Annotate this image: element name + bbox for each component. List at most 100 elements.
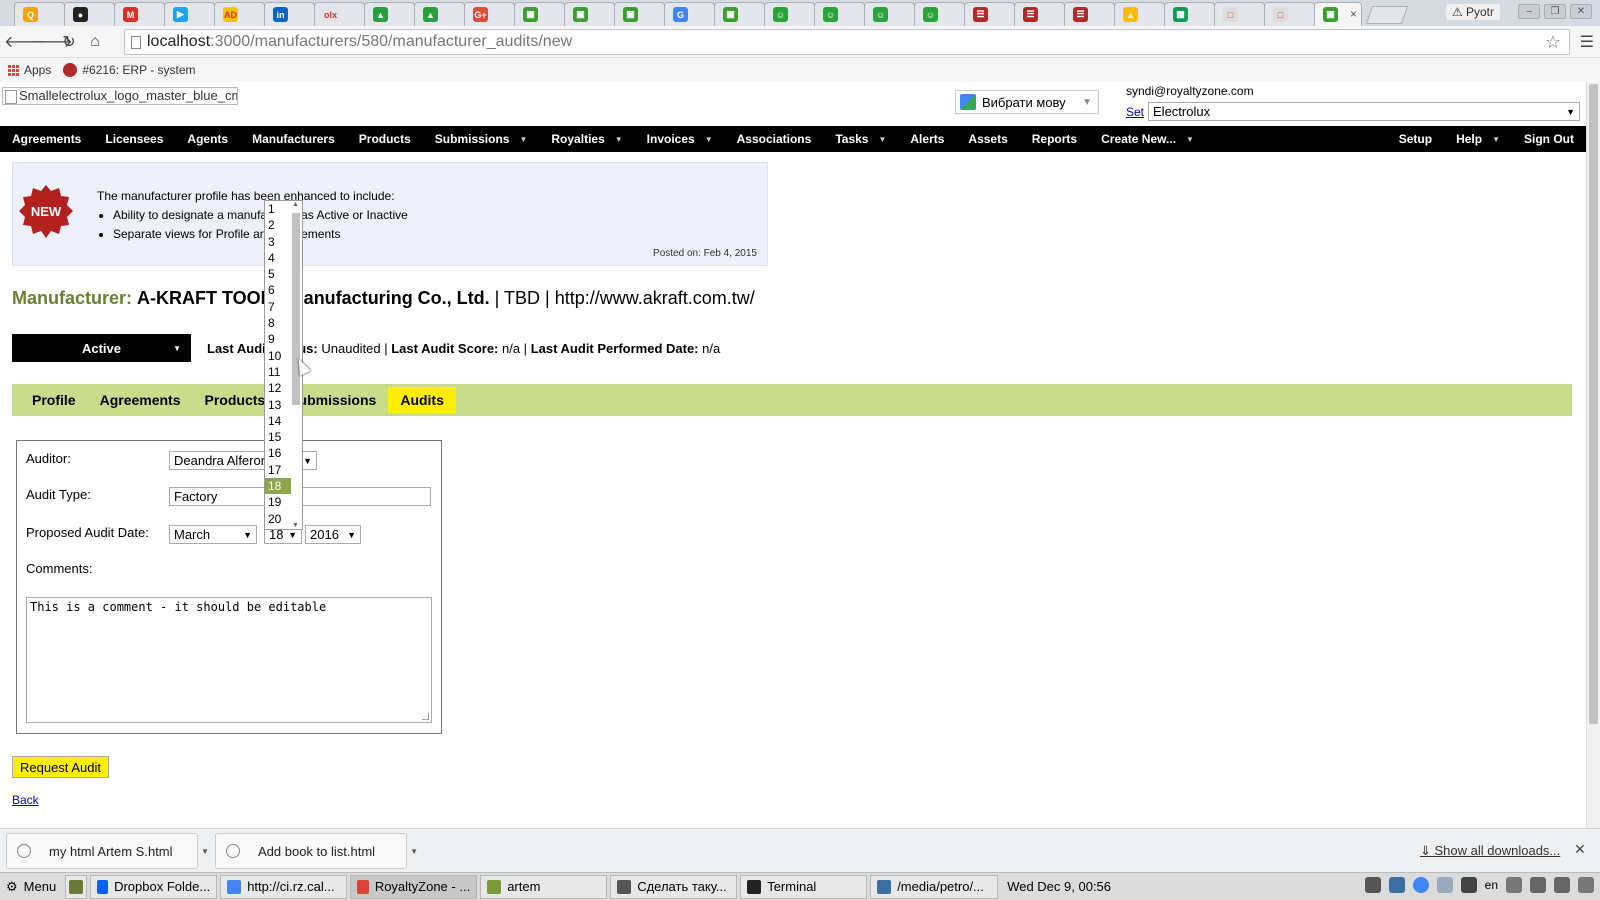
tab-active[interactable]: ▣ ×: [1314, 2, 1362, 26]
nav-item-royalties[interactable]: Royalties ▼: [539, 132, 634, 146]
tab-agreements[interactable]: Agreements: [88, 387, 193, 413]
forward-icon[interactable]: 🡒: [30, 31, 73, 52]
home-icon[interactable]: ⌂: [82, 33, 108, 51]
close-window-icon[interactable]: ✕: [1570, 4, 1592, 19]
page-scrollbar-thumb[interactable]: [1589, 84, 1598, 724]
day-option[interactable]: 13: [265, 397, 291, 413]
tab-profile[interactable]: Profile: [20, 387, 88, 413]
browser-tab[interactable]: ▣: [514, 2, 565, 26]
day-option[interactable]: 6: [265, 282, 291, 298]
browser-tab[interactable]: ▣: [614, 2, 665, 26]
browser-tab[interactable]: Q: [14, 2, 65, 26]
browser-tab[interactable]: ☺: [764, 2, 815, 26]
close-shelf-icon[interactable]: ✕: [1574, 841, 1586, 858]
day-option[interactable]: 1: [265, 201, 291, 217]
nav-item-manufacturers[interactable]: Manufacturers: [240, 132, 347, 146]
day-option[interactable]: 5: [265, 266, 291, 282]
browser-tab[interactable]: □: [1214, 2, 1265, 26]
day-option[interactable]: 18: [265, 478, 291, 495]
day-option[interactable]: 2: [265, 217, 291, 233]
day-option[interactable]: 15: [265, 429, 291, 445]
minimize-icon[interactable]: –: [1518, 4, 1540, 19]
browser-tab[interactable]: in: [264, 2, 315, 26]
nav-item-submissions[interactable]: Submissions ▼: [423, 132, 540, 146]
scroll-up-icon[interactable]: ▲: [292, 201, 299, 208]
day-option[interactable]: 4: [265, 250, 291, 266]
browser-tab[interactable]: ▣: [564, 2, 615, 26]
day-option[interactable]: 20: [265, 511, 291, 527]
power-icon[interactable]: [1578, 877, 1594, 893]
nav-item-sign-out[interactable]: Sign Out: [1512, 132, 1586, 146]
browser-tab[interactable]: ▲: [414, 2, 465, 26]
chevron-down-icon[interactable]: ▼: [201, 847, 209, 856]
bookmark-item[interactable]: #6216: ERP - system: [63, 63, 196, 77]
apps-bookmark[interactable]: Apps: [8, 63, 51, 77]
nav-item-alerts[interactable]: Alerts: [898, 132, 956, 146]
keyboard-layout[interactable]: en: [1485, 878, 1498, 892]
network-icon[interactable]: [1554, 877, 1570, 893]
google-translate-widget[interactable]: Вибрати мову ▼: [955, 90, 1099, 114]
day-option[interactable]: 8: [265, 315, 291, 331]
scrollbar-thumb[interactable]: [292, 213, 300, 405]
nav-item-create-new[interactable]: Create New... ▼: [1089, 132, 1206, 146]
taskbar-window-button[interactable]: Сделать таку...: [610, 874, 738, 899]
nav-item-reports[interactable]: Reports: [1020, 132, 1089, 146]
nav-item-agreements[interactable]: Agreements: [0, 132, 93, 146]
back-icon[interactable]: 🡐: [4, 31, 47, 52]
taskbar-window-button[interactable]: RoyaltyZone - ...: [350, 874, 478, 899]
taskbar-window-button[interactable]: artem: [480, 874, 608, 899]
browser-tab[interactable]: ▣: [714, 2, 765, 26]
browser-tab[interactable]: ▦: [1164, 2, 1215, 26]
chevron-down-icon[interactable]: ▼: [410, 847, 418, 856]
scroll-down-icon[interactable]: ▼: [292, 522, 299, 529]
nav-item-tasks[interactable]: Tasks ▼: [823, 132, 898, 146]
terminal-icon[interactable]: [1460, 877, 1477, 893]
show-all-downloads-link[interactable]: ⇓ Show all downloads...: [1420, 843, 1560, 859]
back-link[interactable]: Back: [12, 793, 39, 807]
comments-textarea[interactable]: This is a comment - it should be editabl…: [26, 597, 432, 723]
day-option[interactable]: 19: [265, 494, 291, 510]
taskbar-window-button[interactable]: /media/petro/...: [870, 874, 999, 899]
status-select[interactable]: Active ▼: [12, 334, 191, 362]
month-select[interactable]: March ▼: [169, 525, 257, 544]
browser-tab[interactable]: olx: [314, 2, 365, 26]
maximize-icon[interactable]: ❐: [1544, 4, 1566, 19]
close-tab-icon[interactable]: ×: [1350, 7, 1357, 21]
bookmark-star-icon[interactable]: ☆: [1545, 32, 1561, 53]
day-option[interactable]: 10: [265, 348, 291, 364]
day-option[interactable]: 11: [265, 364, 291, 380]
chrome-icon[interactable]: [1412, 877, 1429, 893]
nav-item-products[interactable]: Products: [347, 132, 423, 146]
taskbar-window-button[interactable]: Dropbox Folde...: [90, 874, 218, 899]
browser-tab[interactable]: ▶: [164, 2, 215, 26]
year-select[interactable]: 2016 ▼: [305, 525, 361, 544]
browser-tab[interactable]: ☺: [864, 2, 915, 26]
reload-icon[interactable]: ↻: [56, 32, 82, 52]
browser-menu-icon[interactable]: ☰: [1580, 32, 1594, 52]
shield-icon[interactable]: [1388, 877, 1405, 893]
browser-tab[interactable]: G: [664, 2, 715, 26]
nav-item-setup[interactable]: Setup: [1387, 132, 1444, 146]
nav-item-agents[interactable]: Agents: [175, 132, 240, 146]
browser-tab[interactable]: ☺: [914, 2, 965, 26]
set-company-link[interactable]: Set: [1126, 105, 1144, 119]
request-audit-button[interactable]: Request Audit: [12, 756, 109, 778]
profile-button[interactable]: ⚠ Pyotr: [1445, 4, 1500, 20]
download-item[interactable]: Add book to list.html ▼: [215, 833, 418, 869]
dropbox-icon[interactable]: [1436, 877, 1453, 893]
browser-tab[interactable]: ●: [64, 2, 115, 26]
day-option[interactable]: 7: [265, 299, 291, 315]
nav-item-help[interactable]: Help ▼: [1444, 132, 1512, 146]
browser-tab[interactable]: G+: [464, 2, 515, 26]
taskbar-window-button[interactable]: Terminal: [740, 874, 868, 899]
browser-tab[interactable]: ☰: [1064, 2, 1115, 26]
nav-item-associations[interactable]: Associations: [725, 132, 824, 146]
browser-tab[interactable]: □: [1264, 2, 1315, 26]
browser-tab[interactable]: ▲: [364, 2, 415, 26]
browser-tab[interactable]: AD: [214, 2, 265, 26]
day-option[interactable]: 9: [265, 331, 291, 347]
nav-item-assets[interactable]: Assets: [956, 132, 1019, 146]
day-option[interactable]: 16: [265, 445, 291, 461]
sync-icon[interactable]: [1364, 877, 1381, 893]
show-desktop-button[interactable]: [65, 874, 88, 899]
